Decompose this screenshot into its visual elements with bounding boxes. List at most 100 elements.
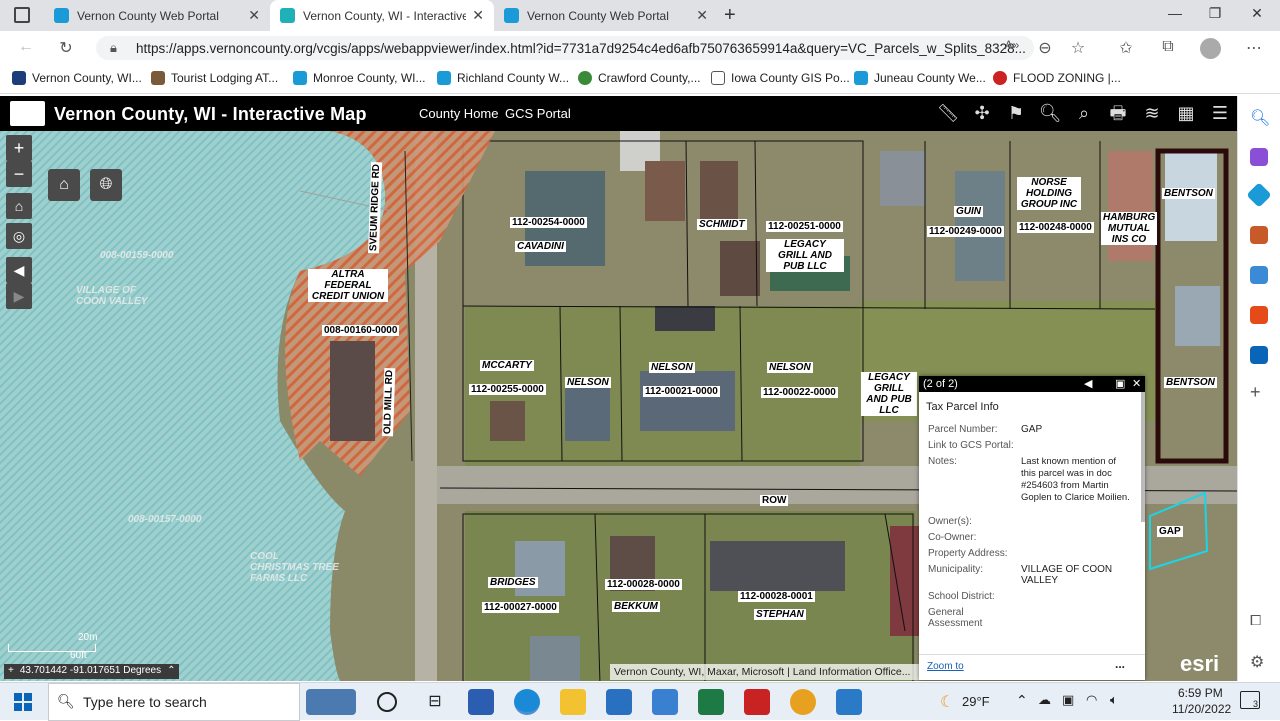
popup-title: Tax Parcel Info [926,401,999,413]
window-close-button[interactable]: ✕ [1242,5,1272,22]
notification-count: 3 [1252,699,1258,709]
word-icon[interactable] [468,689,494,715]
add-icon[interactable]: + [1250,382,1261,403]
coordinate-plus-icon: + [8,665,14,676]
acrobat-icon[interactable] [744,689,770,715]
refresh-icon[interactable]: ↻ [56,38,76,58]
new-tab-button[interactable]: + [724,4,736,27]
notification-center-icon[interactable]: 3 [1240,691,1260,709]
minimize-button[interactable]: — [1160,5,1190,21]
tab-3[interactable]: Vernon County Web Portal ✕ [494,0,718,31]
shopping-icon[interactable] [1246,182,1272,208]
query-icon[interactable]: ⌕ [1071,100,1097,126]
sidebar-toggle-icon[interactable]: ⧠ [1250,612,1261,629]
more-actions-button[interactable]: ... [1115,657,1125,671]
measure-icon[interactable]: 📏︎ [935,100,961,126]
restore-button[interactable]: ❐ [1200,5,1230,22]
gcs-portal-link[interactable]: GCS Portal [505,106,571,121]
back-icon[interactable]: ← [16,38,36,58]
games-icon[interactable] [1250,266,1268,284]
url-field[interactable]: 🔒︎ https://apps.vernoncounty.org/vcgis/a… [96,36,1034,60]
favorite-item[interactable]: Iowa County GIS Po... [711,71,850,85]
favorite-item[interactable]: Juneau County We... [854,71,986,85]
file-explorer-icon[interactable] [560,689,586,715]
zoom-to-link[interactable]: Zoom to [927,661,964,672]
zoom-out-button[interactable]: − [6,161,32,187]
close-icon[interactable]: ✕ [472,7,484,24]
windows-start-icon[interactable] [14,693,32,711]
temperature[interactable]: 29°F [962,694,990,709]
flood-icon [993,71,1007,85]
cloud-icon[interactable]: ☁ [1038,692,1051,708]
tab-actions-icon[interactable] [14,7,30,23]
menu-icon[interactable]: ☰ [1207,100,1233,126]
road-label: ROW [760,495,789,506]
close-icon[interactable]: ✕ [696,7,708,24]
coordinate-readout[interactable]: + 43.701442 -91.017651 Degrees ⌃ [4,664,180,679]
previous-extent-icon[interactable]: ◀ [6,257,32,283]
legend-icon[interactable]: ⌂ [48,169,80,201]
coordinate-toggle-icon[interactable]: ⌃ [167,665,175,678]
favorite-item[interactable]: Richland County W... [437,71,569,85]
clock-date[interactable]: 11/20/2022 [1172,702,1231,716]
select-icon[interactable]: ⚑ [1003,100,1029,126]
crawford-icon [578,71,592,85]
read-aloud-icon[interactable]: A» [1002,38,1022,58]
search-icon[interactable]: 🔍︎ [1250,108,1270,127]
news-widget-icon[interactable] [306,689,356,715]
settings-icon[interactable]: ⚙ [1250,652,1264,672]
layers-icon[interactable]: ≋ [1139,100,1165,126]
print-icon[interactable]: 🖶 [1105,100,1131,126]
map-view[interactable]: + − ⌂ ◎ ◀ ▶ ⌂ 🌐︎ 008-00159-0000 VILLAGE … [0,131,1237,681]
show-hidden-icons[interactable]: ⌃ [1016,692,1028,709]
favorite-item[interactable]: Vernon County, WI... [12,71,142,85]
close-popup-icon[interactable]: ✕ [1132,376,1141,392]
owner-label: HAMBURG MUTUAL INS CO [1101,212,1157,245]
clock-time[interactable]: 6:59 PM [1178,686,1223,700]
store-icon[interactable] [652,689,678,715]
zoom-in-button[interactable]: + [6,135,32,161]
zoom-icon[interactable]: ⊖ [1035,38,1055,58]
taskbar-search-box[interactable]: 🔍︎ Type here to search [48,683,300,721]
maximize-icon[interactable]: ▣ [1115,376,1125,392]
popup-scrollbar[interactable] [1141,392,1145,522]
task-view-icon[interactable]: ⊟ [422,689,448,715]
locate-icon[interactable]: ◎ [6,223,32,249]
more-menu-icon[interactable]: ⋯ [1244,38,1264,58]
profile-avatar[interactable] [1200,38,1221,59]
county-home-link[interactable]: County Home [419,106,498,121]
collections-icon[interactable]: ⧉ [1158,38,1178,58]
tools-icon[interactable] [1250,226,1268,244]
tab-1[interactable]: Vernon County Web Portal ✕ [44,0,270,31]
close-icon[interactable]: ✕ [248,7,260,24]
parcel-number-label: 112-00251-0000 [766,221,843,232]
edge-icon[interactable] [514,689,540,715]
wifi-icon[interactable]: ◠ [1086,692,1097,708]
excel-icon[interactable] [698,689,724,715]
cortana-icon[interactable] [377,692,397,712]
favorites-icon[interactable]: ✩ [1116,38,1136,58]
popup-row: Municipality: VILLAGE OF COON VALLEY [928,564,1113,586]
next-extent-icon[interactable]: ▶ [6,283,32,309]
previous-feature-icon[interactable]: ◀ [1084,376,1092,392]
favorite-star-icon[interactable]: ☆ [1068,38,1088,58]
draw-icon[interactable]: ✣ [969,100,995,126]
tab-2[interactable]: Vernon County, WI - Interactive M ✕ [270,0,494,31]
volume-icon[interactable]: 🔈︎ [1110,692,1118,708]
globe-icon[interactable]: 🌐︎ [90,169,122,201]
photos-icon[interactable] [836,689,862,715]
parcel-number-label: 008-00160-0000 [322,325,400,336]
favorite-item[interactable]: Monroe County, WI... [293,71,425,85]
mail-icon[interactable] [606,689,632,715]
search-icon[interactable]: 🔍︎ [1037,100,1063,126]
copilot-icon[interactable] [1250,148,1268,166]
favorite-item[interactable]: FLOOD ZONING |... [993,71,1121,85]
chrome-icon[interactable] [790,689,816,715]
network-icon[interactable]: ▣ [1062,692,1074,708]
outlook-icon[interactable] [1250,346,1268,364]
favorite-item[interactable]: Crawford County,... [578,71,700,85]
basemap-gallery-icon[interactable]: ▦ [1173,100,1199,126]
office-icon[interactable] [1250,306,1268,324]
favorite-item[interactable]: Tourist Lodging AT... [151,71,278,85]
home-icon[interactable]: ⌂ [6,193,32,219]
